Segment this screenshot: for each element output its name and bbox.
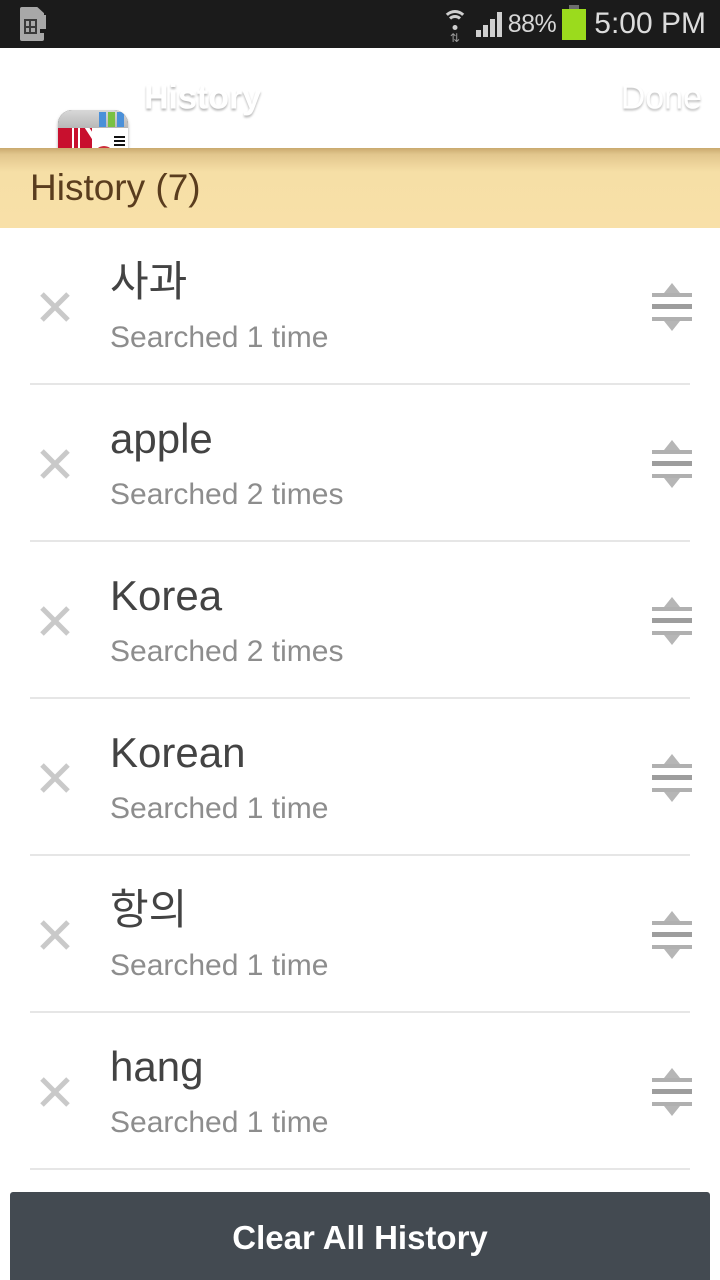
- history-item-count: Searched 1 time: [110, 320, 329, 354]
- status-bar-right: ⇅ 88% 5:00 PM: [440, 5, 720, 44]
- dictionary-app-icon: [58, 110, 128, 148]
- back-chevron-icon[interactable]: [14, 78, 48, 118]
- history-item-count: Searched 2 times: [110, 477, 344, 511]
- reorder-drag-handle-icon[interactable]: [624, 593, 720, 649]
- history-item-word: apple: [110, 415, 213, 463]
- history-item-content: apple Searched 2 times: [110, 415, 624, 511]
- history-list-item[interactable]: apple Searched 2 times: [0, 385, 720, 542]
- history-list-item[interactable]: Korea Searched 2 times: [0, 542, 720, 699]
- section-header-label: History (7): [30, 167, 201, 208]
- history-item-word: hang: [110, 1043, 204, 1091]
- history-list-item[interactable]: Korean Searched 1 time: [0, 699, 720, 856]
- close-x-icon[interactable]: [0, 755, 110, 801]
- done-button[interactable]: Done: [621, 79, 702, 118]
- close-x-icon[interactable]: [0, 598, 110, 644]
- battery-icon: [562, 5, 587, 40]
- close-x-icon[interactable]: [0, 912, 110, 958]
- cellular-signal-icon: [475, 11, 502, 37]
- wifi-icon: ⇅: [440, 9, 470, 44]
- history-item-content: Korean Searched 1 time: [110, 729, 624, 825]
- history-item-word: Korean: [110, 729, 246, 777]
- history-list-item[interactable]: hang Searched 1 time: [0, 1013, 720, 1170]
- sim-card-alert-icon: [20, 7, 50, 41]
- history-item-content: hang Searched 1 time: [110, 1043, 624, 1139]
- history-item-content: 항의 Searched 1 time: [110, 886, 624, 982]
- history-list[interactable]: 사과 Searched 1 time apple Searched 2 times Ko…: [0, 228, 720, 1192]
- history-item-count: Searched 1 time: [110, 948, 329, 982]
- list-separator: [30, 1168, 690, 1170]
- history-list-item[interactable]: 항의 Searched 1 time: [0, 856, 720, 1013]
- reorder-drag-handle-icon[interactable]: [624, 1064, 720, 1120]
- status-bar-left: [0, 7, 50, 41]
- app-screen: ⇅ 88% 5:00 PM History Done History (7) 사…: [0, 0, 720, 1280]
- history-item-word: 사과: [110, 258, 188, 306]
- battery-percent-label: 88%: [507, 9, 557, 38]
- history-item-count: Searched 1 time: [110, 791, 329, 825]
- reorder-drag-handle-icon[interactable]: [624, 907, 720, 963]
- close-x-icon[interactable]: [0, 284, 110, 330]
- history-item-word: 항의: [110, 886, 188, 934]
- close-x-icon[interactable]: [0, 1069, 110, 1115]
- status-bar: ⇅ 88% 5:00 PM: [0, 0, 720, 48]
- clear-all-history-button[interactable]: Clear All History: [10, 1192, 710, 1280]
- page-title: History: [144, 78, 262, 117]
- reorder-drag-handle-icon[interactable]: [624, 279, 720, 335]
- app-bar: History Done: [0, 48, 720, 148]
- history-item-content: Korea Searched 2 times: [110, 572, 624, 668]
- history-list-item[interactable]: 사과 Searched 1 time: [0, 228, 720, 385]
- history-item-count: Searched 1 time: [110, 1105, 329, 1139]
- history-item-count: Searched 2 times: [110, 634, 344, 668]
- reorder-drag-handle-icon[interactable]: [624, 436, 720, 492]
- history-item-content: 사과 Searched 1 time: [110, 258, 624, 354]
- section-header: History (7): [0, 148, 720, 228]
- reorder-drag-handle-icon[interactable]: [624, 750, 720, 806]
- clock-label: 5:00 PM: [594, 7, 706, 40]
- close-x-icon[interactable]: [0, 441, 110, 487]
- history-item-word: Korea: [110, 572, 223, 620]
